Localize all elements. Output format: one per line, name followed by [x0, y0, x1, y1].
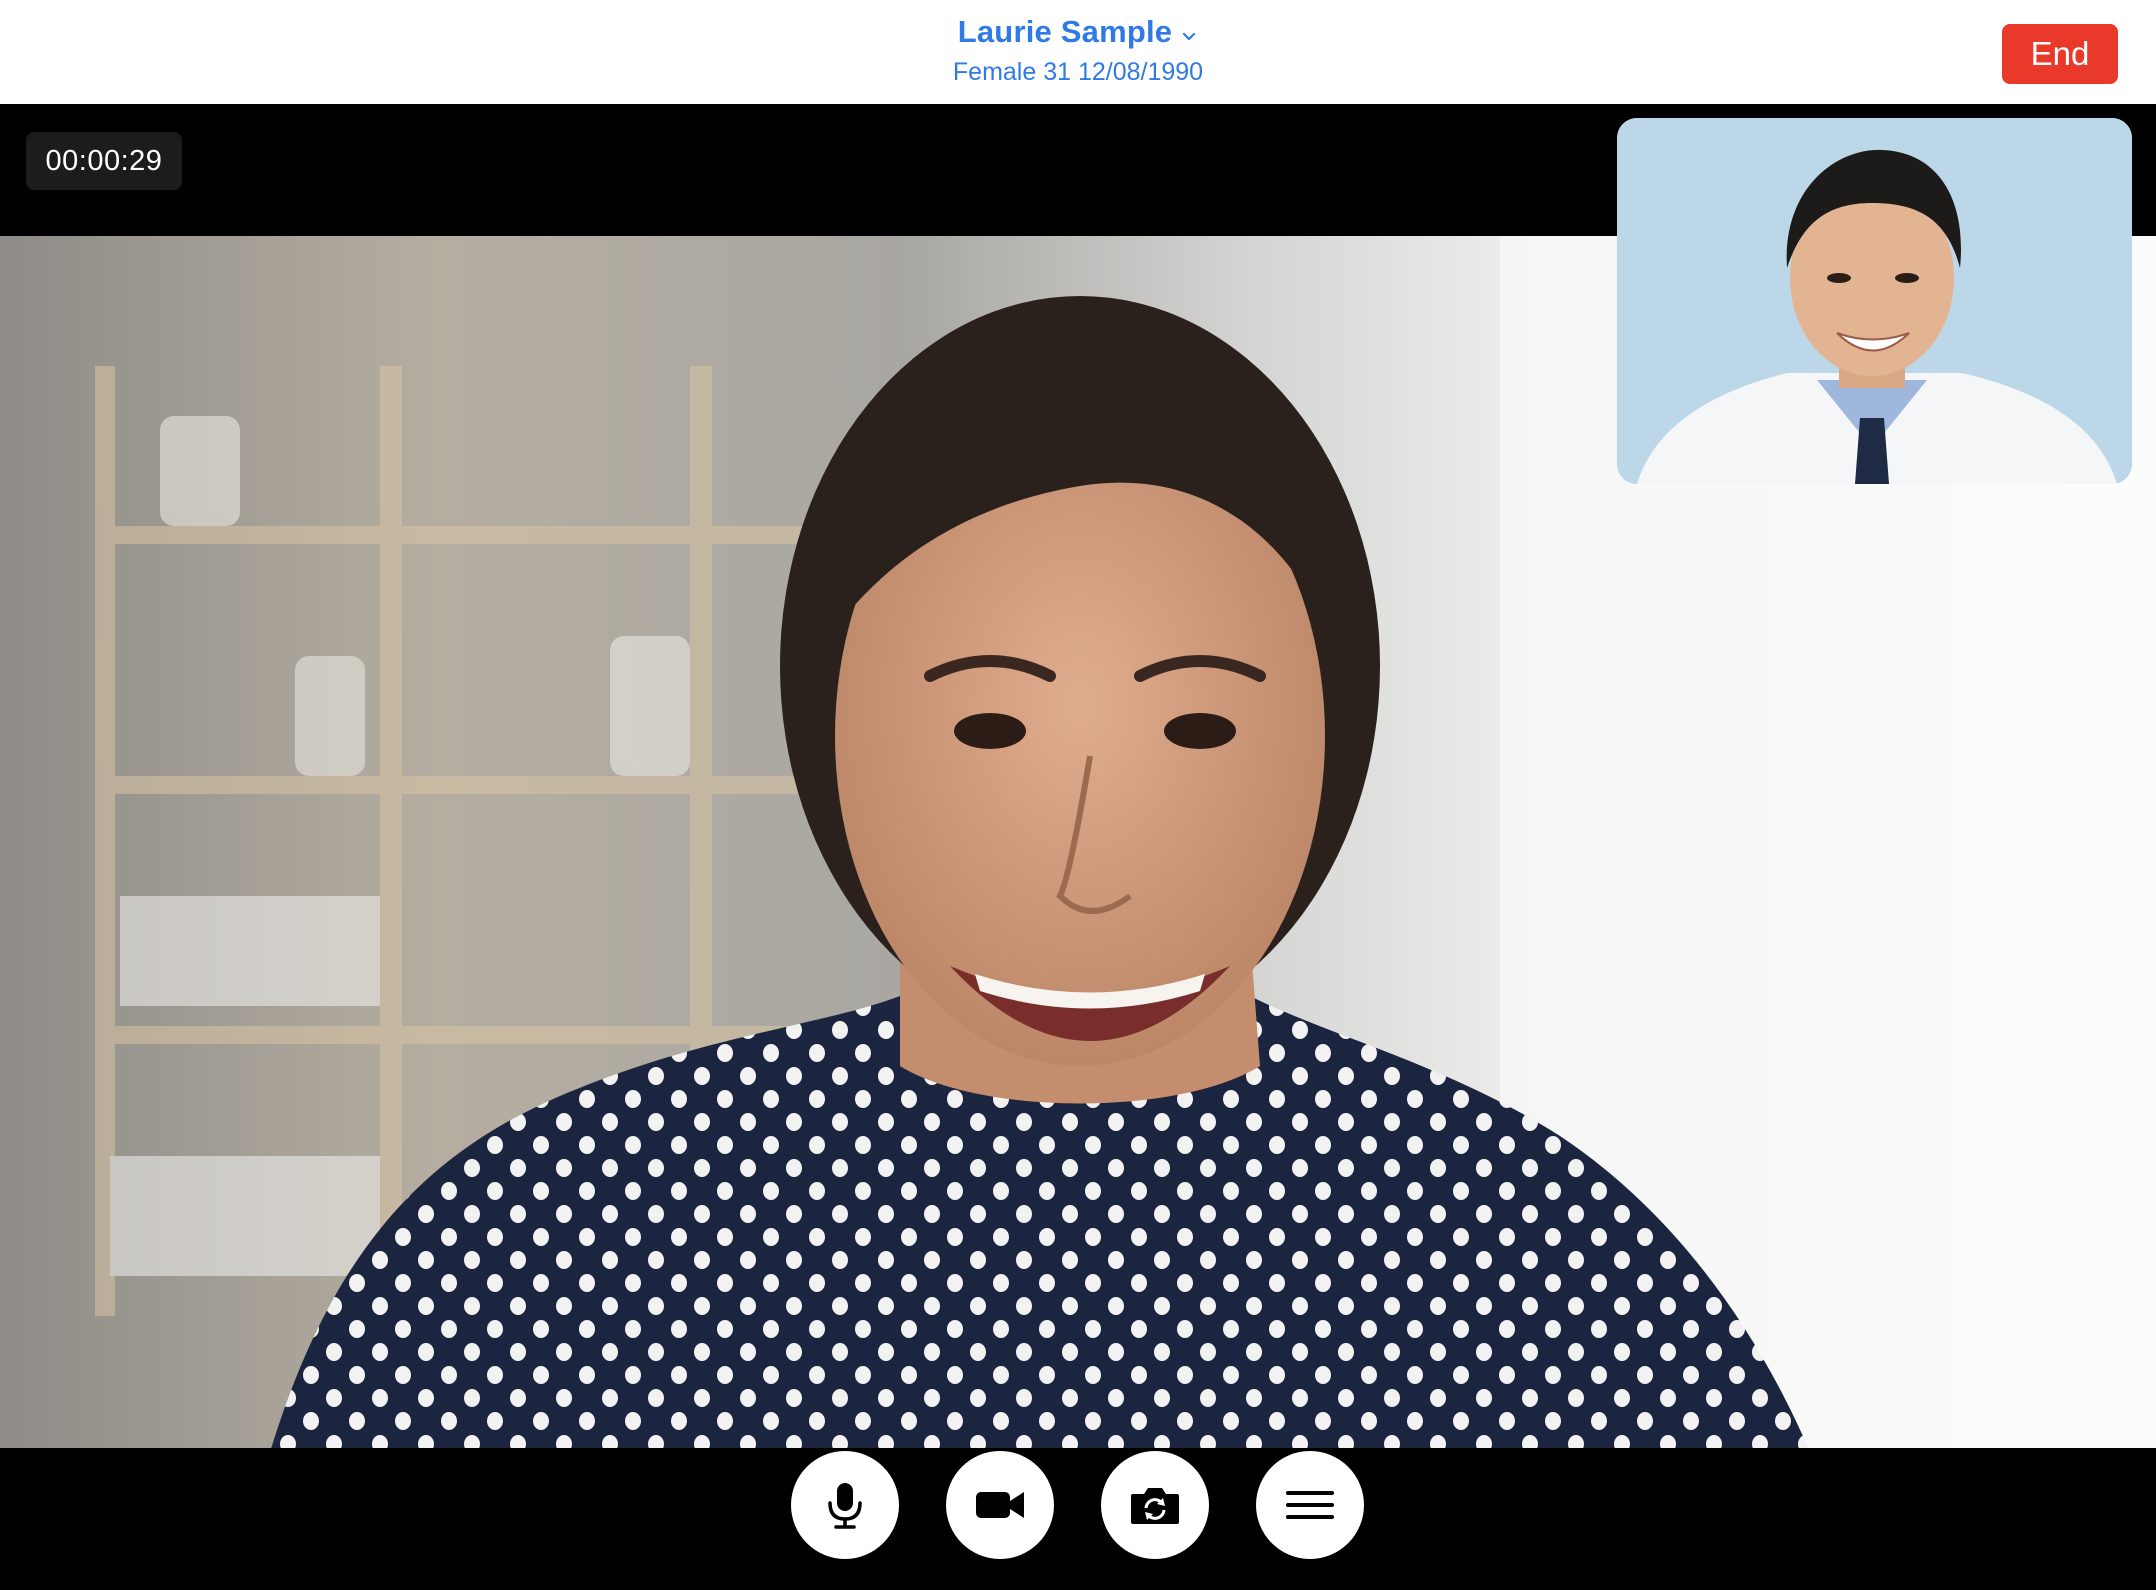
end-call-button[interactable]: End: [2002, 24, 2118, 84]
toggle-video-button[interactable]: [946, 1451, 1054, 1559]
call-header: Laurie Sample Female 31 12/08/1990 End: [0, 0, 2156, 104]
video-stage: 00:00:29: [0, 104, 2156, 1452]
mute-microphone-button[interactable]: [791, 1451, 899, 1559]
menu-icon: [1286, 1491, 1334, 1519]
self-view-video[interactable]: [1617, 118, 2132, 484]
more-options-button[interactable]: [1256, 1451, 1364, 1559]
patient-details: Female 31 12/08/1990: [952, 58, 1204, 86]
microphone-icon: [828, 1483, 862, 1529]
patient-info: Laurie Sample Female 31 12/08/1990: [0, 14, 2156, 87]
switch-camera-icon: [1131, 1488, 1179, 1524]
patient-name: Laurie Sample: [957, 14, 1173, 49]
switch-camera-button[interactable]: [1101, 1451, 1209, 1559]
self-view-frame: [1617, 118, 2132, 484]
call-controls-bar: [0, 1448, 2156, 1590]
chevron-down-icon: [1183, 32, 1196, 41]
patient-selector[interactable]: Laurie Sample: [958, 14, 1199, 50]
call-timer: 00:00:29: [26, 132, 182, 190]
video-camera-icon: [976, 1492, 1024, 1518]
